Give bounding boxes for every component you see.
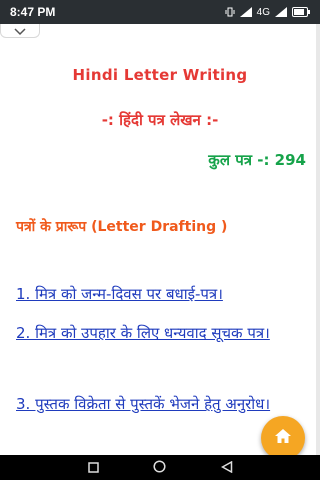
home-icon <box>274 428 292 448</box>
letter-link-2[interactable]: 2. मित्र को उपहार के लिए धन्यवाद सूचक पत… <box>16 318 306 349</box>
back-button[interactable] <box>217 458 237 478</box>
page-title: Hindi Letter Writing <box>72 66 248 84</box>
section-heading: पत्रों के प्रारूप (Letter Drafting ) <box>16 219 228 235</box>
battery-icon <box>292 7 310 17</box>
square-icon <box>88 458 99 477</box>
recents-button[interactable] <box>83 458 103 478</box>
scrollbar-track[interactable] <box>316 24 320 460</box>
chevron-down-icon <box>14 21 26 40</box>
navigation-bar <box>0 455 320 480</box>
letter-link-3[interactable]: 3. पुस्तक विक्रेता से पुस्तकें भेजने हेत… <box>16 389 306 420</box>
signal-icon <box>239 7 252 17</box>
home-button[interactable] <box>261 416 305 460</box>
circle-icon <box>153 458 167 477</box>
letter-link-1[interactable]: 1. मित्र को जन्म-दिवस पर बधाई-पत्र। <box>16 279 306 310</box>
network-type: 4G <box>256 6 270 18</box>
status-time: 8:47 PM <box>10 5 56 19</box>
status-icons: 4G <box>225 7 310 18</box>
collapse-button[interactable] <box>0 24 40 38</box>
vibrate-icon <box>225 7 235 17</box>
home-nav-button[interactable] <box>150 458 170 478</box>
letter-count: कुल पत्र -: 294 <box>208 151 306 169</box>
page-subtitle: -: हिंदी पत्र लेखन :- <box>101 111 219 129</box>
status-bar: 8:47 PM 4G <box>0 0 320 24</box>
signal-icon-2 <box>275 7 287 17</box>
triangle-back-icon <box>220 458 233 477</box>
